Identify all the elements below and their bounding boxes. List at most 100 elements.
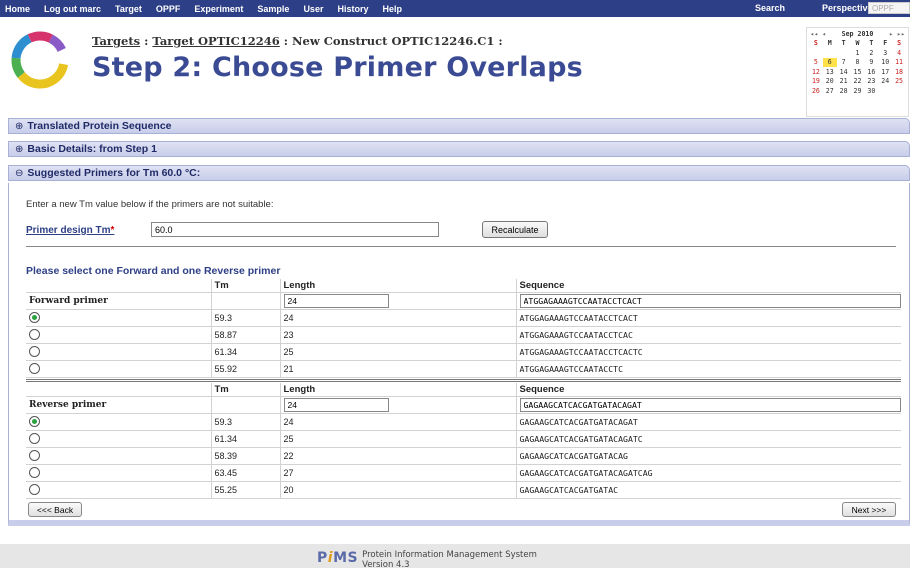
calendar-day[interactable]: 27 xyxy=(823,87,837,96)
sequence-cell: ATGGAGAAAGTCCAATACCTCACT xyxy=(516,309,901,327)
calendar-day[interactable]: 24 xyxy=(878,77,892,86)
calendar-day[interactable]: 26 xyxy=(809,87,823,96)
reverse-primer-radio[interactable] xyxy=(29,416,40,428)
perspective-select[interactable]: OPPF xyxy=(868,2,910,14)
calendar-day[interactable]: 5 xyxy=(809,58,823,67)
menu-item-log-out-marc[interactable]: Log out marc xyxy=(37,4,108,14)
calendar-day[interactable]: 17 xyxy=(878,68,892,77)
menu-item-history[interactable]: History xyxy=(330,4,375,14)
menu-item-experiment[interactable]: Experiment xyxy=(187,4,250,14)
reverse-primer-radio[interactable] xyxy=(29,433,40,445)
breadcrumb-current: : New Construct OPTIC12246.C1 : xyxy=(279,34,503,48)
reverse-primer-option-row[interactable]: 63.45 27 GAGAAGCATCACGATGATACAGATCAG xyxy=(26,464,901,482)
calendar-day[interactable]: 28 xyxy=(837,87,851,96)
calendar-next-nav[interactable]: ▸ ▸▸ xyxy=(889,30,905,38)
calendar-day[interactable]: 12 xyxy=(809,68,823,77)
section-suggested-primers[interactable]: ⊖ Suggested Primers for Tm 60.0 °C: xyxy=(8,165,910,181)
calendar-day[interactable]: 22 xyxy=(851,77,865,86)
calendar-day[interactable]: 6 xyxy=(822,58,837,67)
calendar-prev-nav[interactable]: ◂◂ ◂ xyxy=(810,30,826,38)
reverse-primer-option-row[interactable]: 55.25 20 GAGAAGCATCACGATGATAC xyxy=(26,481,901,499)
back-button[interactable]: <<< Back xyxy=(28,502,82,517)
calendar-day[interactable]: 13 xyxy=(823,68,837,77)
calendar-day[interactable]: 16 xyxy=(864,68,878,77)
reverse-primer-radio[interactable] xyxy=(29,450,40,462)
sequence-cell: GAGAAGCATCACGATGATACAG xyxy=(516,447,901,465)
calendar-day[interactable]: 23 xyxy=(864,77,878,86)
forward-primer-option-row[interactable]: 58.87 23 ATGGAGAAAGTCCAATACCTCAC xyxy=(26,326,901,344)
breadcrumb-target-link[interactable]: Target OPTIC12246 xyxy=(152,34,279,48)
calendar-day[interactable]: 25 xyxy=(892,77,906,86)
page-title: Step 2: Choose Primer Overlaps xyxy=(92,52,583,83)
calendar-dow: T xyxy=(869,39,874,47)
primer-design-tm-input[interactable] xyxy=(151,222,439,237)
forward-primer-option-row[interactable]: 55.92 21 ATGGAGAAAGTCCAATACCTC xyxy=(26,360,901,378)
tm-cell: 61.34 xyxy=(211,430,281,448)
breadcrumb: Targets : Target OPTIC12246 : New Constr… xyxy=(92,34,503,48)
forward-length-input[interactable] xyxy=(283,293,389,308)
reverse-primer-option-row[interactable]: 59.3 24 GAGAAGCATCACGATGATACAGAT xyxy=(26,413,901,431)
calendar-day[interactable]: 29 xyxy=(851,87,865,96)
logo-letter-p: P xyxy=(317,550,328,566)
calendar-day[interactable]: 2 xyxy=(864,49,878,58)
calendar-month: Sep 2010 xyxy=(841,30,874,38)
calendar-empty-day xyxy=(837,49,851,58)
reverse-primer-radio[interactable] xyxy=(29,484,40,496)
section-basic-details[interactable]: ⊕ Basic Details: from Step 1 xyxy=(8,141,910,157)
forward-primer-option-row[interactable]: 61.34 25 ATGGAGAAAGTCCAATACCTCACTC xyxy=(26,343,901,361)
table-header-row: Tm Length Sequence xyxy=(26,383,901,397)
calendar-empty-day xyxy=(892,87,906,96)
header-sequence: Sequence xyxy=(516,383,901,397)
calendar-day[interactable]: 11 xyxy=(892,58,906,67)
calendar-day[interactable]: 10 xyxy=(878,58,892,67)
reverse-primer-label: Reverse primer xyxy=(26,396,212,414)
forward-primer-radio[interactable] xyxy=(29,312,40,324)
calendar-day[interactable]: 15 xyxy=(851,68,865,77)
calendar-day[interactable]: 21 xyxy=(837,77,851,86)
forward-primer-radio[interactable] xyxy=(29,346,40,358)
tm-cell: 58.87 xyxy=(211,326,281,344)
calendar-day[interactable]: 18 xyxy=(892,68,906,77)
calendar-day[interactable]: 9 xyxy=(864,58,878,67)
calendar-day[interactable]: 20 xyxy=(823,77,837,86)
calendar-day[interactable]: 14 xyxy=(837,68,851,77)
reverse-primer-radio[interactable] xyxy=(29,467,40,479)
calendar-day[interactable]: 8 xyxy=(851,58,865,67)
calendar-day[interactable]: 30 xyxy=(864,87,878,96)
menu-search[interactable]: Search xyxy=(755,3,785,13)
calendar-day[interactable]: 7 xyxy=(837,58,851,67)
calendar-day[interactable]: 1 xyxy=(851,49,865,58)
table-separator xyxy=(26,379,901,382)
reverse-sequence-input[interactable] xyxy=(519,397,901,412)
calendar-day[interactable]: 3 xyxy=(878,49,892,58)
menu-item-home[interactable]: Home xyxy=(0,4,37,14)
menu-item-help[interactable]: Help xyxy=(375,4,409,14)
top-menu-bar: Home Log out marc Target OPPF Experiment Samp… xyxy=(0,0,910,17)
primer-design-tm-label[interactable]: Primer design Tm* xyxy=(26,225,114,236)
menu-item-oppf[interactable]: OPPF xyxy=(149,4,188,14)
forward-primer-radio[interactable] xyxy=(29,329,40,341)
sequence-cell: GAGAAGCATCACGATGATACAGATC xyxy=(516,430,901,448)
sequence-cell: GAGAAGCATCACGATGATACAGATCAG xyxy=(516,464,901,482)
section-title: Translated Protein Sequence xyxy=(27,120,172,132)
breadcrumb-separator: : xyxy=(140,34,153,48)
menu-item-target[interactable]: Target xyxy=(108,4,149,14)
menu-item-sample[interactable]: Sample xyxy=(250,4,296,14)
section-translated-protein[interactable]: ⊕ Translated Protein Sequence xyxy=(8,118,910,134)
calendar-day[interactable]: 4 xyxy=(892,49,906,58)
section-title: Basic Details: from Step 1 xyxy=(27,143,157,155)
next-button[interactable]: Next >>> xyxy=(842,502,896,517)
menu-item-user[interactable]: User xyxy=(296,4,330,14)
recalculate-button[interactable]: Recalculate xyxy=(482,221,548,238)
breadcrumb-targets-link[interactable]: Targets xyxy=(92,34,140,48)
reverse-length-input[interactable] xyxy=(283,397,389,412)
tm-cell: 59.3 xyxy=(211,413,281,431)
reverse-primer-option-row[interactable]: 61.34 25 GAGAAGCATCACGATGATACAGATC xyxy=(26,430,901,448)
reverse-primer-option-row[interactable]: 58.39 22 GAGAAGCATCACGATGATACAG xyxy=(26,447,901,465)
calendar-empty-day xyxy=(823,49,837,58)
forward-primer-radio[interactable] xyxy=(29,363,40,375)
header-cell-empty xyxy=(26,279,212,293)
forward-primer-option-row[interactable]: 59.3 24 ATGGAGAAAGTCCAATACCTCACT xyxy=(26,309,901,327)
forward-sequence-input[interactable] xyxy=(519,293,901,308)
calendar-day[interactable]: 19 xyxy=(809,77,823,86)
